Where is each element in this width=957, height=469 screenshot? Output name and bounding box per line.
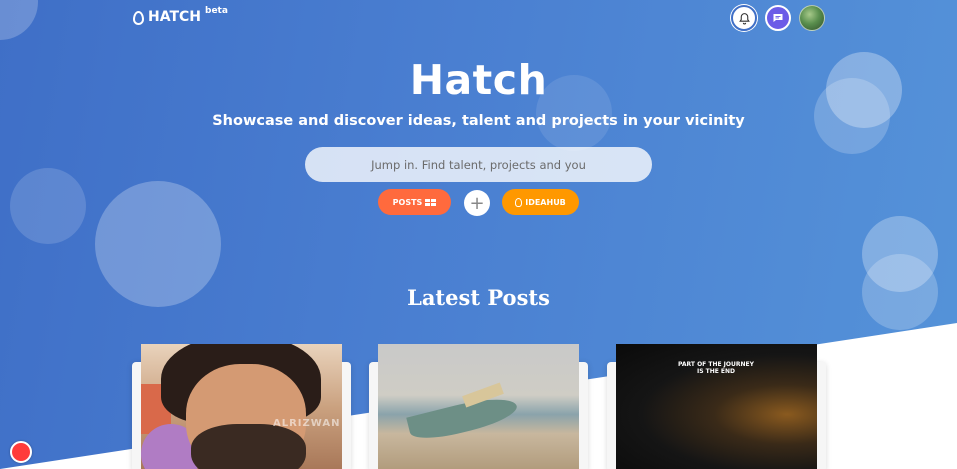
search-input[interactable]	[305, 147, 652, 182]
notifications-button[interactable]	[731, 5, 757, 31]
header-actions	[731, 5, 825, 31]
decor-bubble	[0, 0, 38, 40]
brand-name: HATCH	[148, 9, 202, 25]
grid-icon	[425, 198, 437, 206]
chat-icon	[773, 14, 783, 22]
beta-badge: beta	[205, 6, 228, 16]
posts-button-label: POSTS	[392, 197, 423, 207]
posts-button[interactable]: POSTS	[378, 189, 451, 215]
plus-icon: +	[469, 192, 485, 214]
egg-icon	[133, 11, 144, 25]
user-avatar[interactable]	[799, 5, 825, 31]
bell-icon	[738, 12, 750, 24]
hero-subtitle: Showcase and discover ideas, talent and …	[212, 113, 745, 129]
messages-button[interactable]	[765, 5, 791, 31]
image-watermark: ALRIZWAN	[273, 418, 341, 429]
add-post-button[interactable]: +	[464, 190, 490, 216]
post-image[interactable]: ALRIZWAN	[141, 344, 342, 469]
ideahub-button-label: IDEAHUB	[525, 197, 566, 207]
notification-badge[interactable]	[10, 441, 32, 463]
ideahub-button[interactable]: IDEAHUB	[502, 189, 579, 215]
lightbulb-icon	[515, 197, 523, 207]
action-buttons: POSTS + IDEAHUB	[0, 189, 957, 216]
post-image[interactable]	[378, 344, 579, 469]
hero-title: Hatch	[409, 56, 548, 104]
section-title: Latest Posts	[407, 285, 550, 310]
brand-logo[interactable]: HATCH beta	[133, 6, 228, 25]
image-quote: PART OF THE JOURNEY IS THE END	[678, 361, 754, 375]
post-image[interactable]: PART OF THE JOURNEY IS THE END	[616, 344, 817, 469]
